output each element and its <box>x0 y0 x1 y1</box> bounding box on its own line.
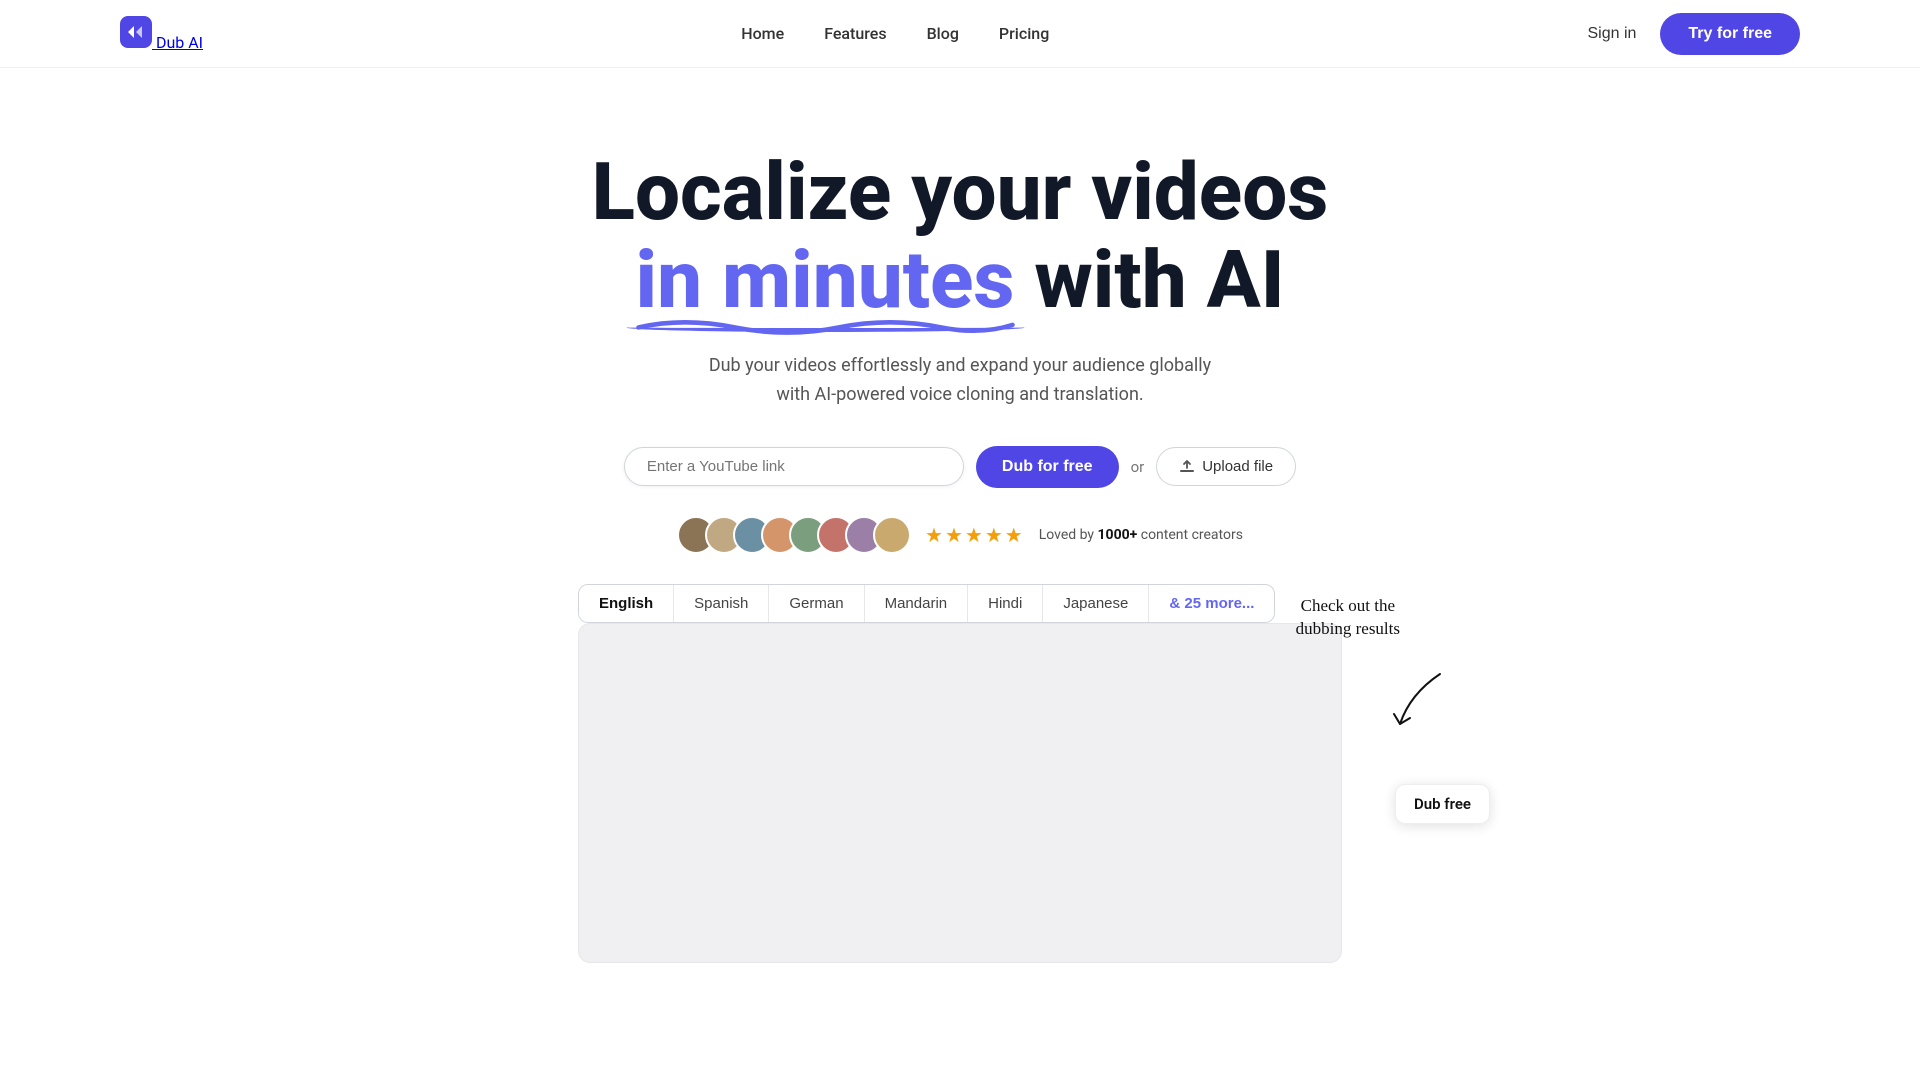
hero-section: Localize your videos in minutes with AI … <box>0 68 1920 1023</box>
or-text: or <box>1131 458 1145 476</box>
hero-title: Localize your videos in minutes with AI <box>592 148 1329 324</box>
language-tab-english[interactable]: English <box>579 585 674 622</box>
input-row: Dub for free or Upload file <box>624 446 1296 488</box>
video-placeholder <box>578 623 1342 963</box>
dub-free-badge: Dub free <box>1395 784 1490 824</box>
annotation-arrow <box>1380 664 1460 734</box>
nav-home[interactable]: Home <box>741 24 784 43</box>
youtube-input[interactable] <box>647 458 941 475</box>
upload-file-button[interactable]: Upload file <box>1156 447 1296 486</box>
logo[interactable]: Dub AI <box>120 16 203 52</box>
language-tab-german[interactable]: German <box>769 585 864 622</box>
try-for-free-button[interactable]: Try for free <box>1660 13 1800 55</box>
social-proof: ★★★★★ Loved by 1000+ content creators <box>677 516 1243 554</box>
hero-title-line1: Localize your videos <box>592 145 1329 239</box>
youtube-input-wrap <box>624 447 964 486</box>
language-tab-spanish[interactable]: Spanish <box>674 585 769 622</box>
hero-highlight: in minutes <box>636 236 1015 324</box>
nav-features[interactable]: Features <box>824 24 886 43</box>
sign-in-button[interactable]: Sign in <box>1587 25 1636 43</box>
dub-for-free-button[interactable]: Dub for free <box>976 446 1119 488</box>
hero-subtitle: Dub your videos effortlessly and expand … <box>690 352 1230 410</box>
avatar <box>873 516 911 554</box>
language-tab--25-more-[interactable]: & 25 more... <box>1149 585 1274 622</box>
nav-links: Home Features Blog Pricing <box>741 24 1049 43</box>
underline-decoration <box>632 312 1019 338</box>
hero-title-line2: in minutes with AI <box>592 236 1329 324</box>
nav-blog[interactable]: Blog <box>927 24 959 43</box>
language-tab-hindi[interactable]: Hindi <box>968 585 1043 622</box>
annotation-text: Check out the dubbing results <box>1296 594 1400 642</box>
logo-icon <box>120 16 152 48</box>
demo-section: EnglishSpanishGermanMandarinHindiJapanes… <box>360 584 1560 983</box>
navbar: Dub AI Home Features Blog Pricing Sign i… <box>0 0 1920 68</box>
avatars <box>677 516 911 554</box>
nav-right: Sign in Try for free <box>1587 13 1800 55</box>
nav-pricing[interactable]: Pricing <box>999 24 1049 43</box>
language-tabs: EnglishSpanishGermanMandarinHindiJapanes… <box>578 584 1275 623</box>
logo-text: Dub AI <box>156 33 203 52</box>
language-tab-mandarin[interactable]: Mandarin <box>865 585 969 622</box>
upload-icon <box>1179 459 1195 475</box>
loved-text: Loved by 1000+ content creators <box>1039 527 1243 543</box>
language-tab-japanese[interactable]: Japanese <box>1043 585 1149 622</box>
hero-title-rest: with AI <box>1014 233 1284 327</box>
stars: ★★★★★ <box>925 523 1025 547</box>
